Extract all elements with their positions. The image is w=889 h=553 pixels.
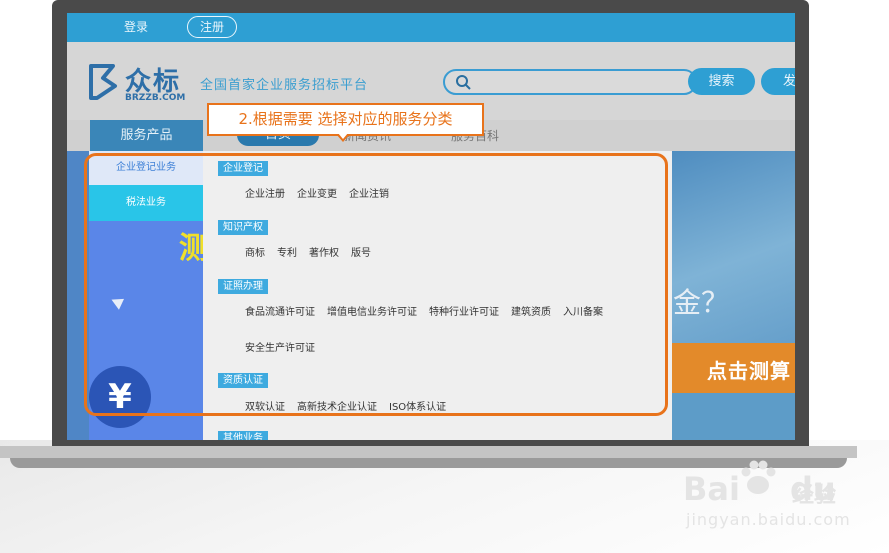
category-title[interactable]: 其他业务 xyxy=(218,431,268,440)
annotation-callout: 2.根据需要 选择对应的服务分类 xyxy=(207,103,484,136)
top-bar xyxy=(67,13,795,42)
site-slogan: 全国首家企业服务招标平台 xyxy=(200,78,369,93)
banner-stripe xyxy=(672,393,795,440)
nav-service-products[interactable]: 服务产品 xyxy=(90,120,203,151)
watermark-logo-text: Bai xyxy=(683,470,740,508)
banner-cta-text[interactable]: 点击测算 xyxy=(707,355,791,384)
highlight-outline xyxy=(84,153,668,416)
laptop-base xyxy=(0,446,857,458)
watermark-text: 经验 xyxy=(792,483,837,508)
paw-icon xyxy=(741,460,776,494)
publish-button[interactable]: 发 xyxy=(761,68,795,95)
search-button[interactable]: 搜索 xyxy=(688,68,755,95)
watermark-url: jingyan.baidu.com xyxy=(686,510,851,529)
logo-subtext: BRZZB.COM xyxy=(125,93,186,103)
laptop-base-edge xyxy=(10,458,847,468)
search-input[interactable] xyxy=(443,69,697,95)
callout-tail-inner xyxy=(338,133,348,139)
register-button[interactable]: 注册 xyxy=(187,16,238,38)
banner-text: 金？ xyxy=(673,286,730,319)
logo-icon[interactable] xyxy=(89,64,119,100)
search-icon xyxy=(456,75,471,90)
login-link[interactable]: 登录 xyxy=(124,13,148,42)
